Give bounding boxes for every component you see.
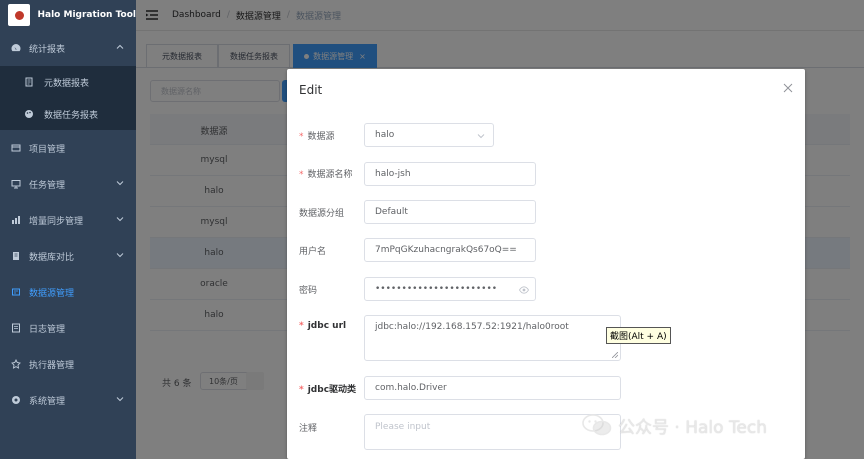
required-mark: * [299, 170, 304, 180]
input-value: halo-jsh [375, 169, 411, 179]
screenshot-tooltip: 截图(Alt + A) [606, 327, 671, 344]
jdbc-url-label: * jdbc url [299, 321, 346, 331]
datasource-select[interactable]: halo [364, 123, 494, 147]
dialog-title: Edit [299, 83, 323, 97]
sidebar-item-label: 日志管理 [29, 324, 66, 335]
input-value: Default [375, 207, 408, 217]
chevron-up-icon [116, 44, 124, 49]
sidebar-item-label: 系统管理 [29, 396, 66, 407]
tooltip-text: 截图(Alt + A) [610, 332, 667, 342]
sidebar-item-task[interactable]: 任务管理 [0, 166, 136, 202]
jdbc-driver-label: * jdbc驱动类 [299, 382, 356, 395]
wechat-icon [582, 414, 612, 436]
sidebar-item-label: 数据源管理 [29, 288, 75, 299]
username-field[interactable]: 7mPqGKzuhacngrakQs67oQ== [364, 238, 536, 262]
datasource-name-label: * 数据源名称 [299, 167, 353, 180]
sidebar-item-datasource[interactable]: 数据源管理 [0, 274, 136, 310]
datasource-label: * 数据源 [299, 129, 335, 142]
sidebar-item-statistics[interactable]: 统计报表 [0, 30, 136, 66]
report-icon [25, 77, 33, 87]
password-field[interactable]: ••••••••••••••••••••••• [364, 277, 536, 301]
required-mark: * [299, 321, 304, 331]
project-icon [11, 144, 21, 152]
input-value: com.halo.Driver [375, 383, 447, 393]
sidebar-item-incremental-sync[interactable]: 增量同步管理 [0, 202, 136, 238]
dashboard-icon [11, 44, 21, 52]
input-value: ••••••••••••••••••••••• [375, 284, 498, 294]
system-icon [12, 396, 20, 404]
datasource-group-field[interactable]: Default [364, 200, 536, 224]
sidebar: Halo Migration Tool 统计报表 元数据报表 数据任务报表 项目… [0, 0, 136, 459]
watermark-text: 公众号 · Halo Tech [618, 417, 768, 438]
watermark: 公众号 · Halo Tech [582, 411, 767, 439]
sidebar-item-label: 统计报表 [29, 44, 66, 55]
comment-label: 注释 [299, 421, 317, 434]
textarea-value: jdbc:halo://192.168.157.52:1921/halo0roo… [375, 322, 569, 332]
username-label: 用户名 [299, 244, 326, 257]
input-value: 7mPqGKzuhacngrakQs67oQ== [375, 245, 517, 255]
select-value: halo [375, 130, 395, 140]
jdbc-url-textarea[interactable]: jdbc:halo://192.168.157.52:1921/halo0roo… [364, 315, 621, 361]
datasource-icon [12, 288, 20, 296]
required-mark: * [299, 132, 304, 142]
app-title: Halo Migration Tool [37, 10, 136, 20]
sidebar-item-label: 数据库对比 [29, 252, 75, 263]
sidebar-subitem-metadata-report[interactable]: 元数据报表 [0, 66, 136, 98]
log-icon [12, 323, 20, 333]
sync-icon [12, 216, 20, 224]
resize-handle-icon[interactable] [612, 352, 618, 358]
label-text: 数据源名称 [307, 170, 353, 180]
label-text: 用户名 [299, 247, 327, 257]
chevron-down-icon [116, 181, 124, 186]
compare-icon [13, 252, 19, 260]
label-text: 数据源 [307, 132, 335, 142]
executor-icon [11, 359, 21, 369]
sidebar-item-executor[interactable]: 执行器管理 [0, 346, 136, 382]
sidebar-subitem-task-report[interactable]: 数据任务报表 [0, 98, 136, 130]
app-logo [8, 4, 31, 26]
label-text: jdbc驱动类 [307, 385, 357, 395]
label-text: 数据源分组 [299, 209, 345, 219]
label-text: jdbc url [307, 321, 347, 331]
label-text: 密码 [299, 286, 318, 296]
logo-row: Halo Migration Tool [0, 0, 136, 30]
sidebar-item-label: 项目管理 [29, 144, 66, 155]
sidebar-item-system[interactable]: 系统管理 [0, 382, 136, 418]
sidebar-item-label: 执行器管理 [29, 360, 75, 371]
eye-icon[interactable] [519, 286, 529, 294]
monitor-icon [11, 180, 21, 189]
textarea-placeholder: Please input [375, 422, 431, 432]
sidebar-item-label: 增量同步管理 [29, 216, 84, 227]
label-text: 注释 [299, 424, 318, 434]
sidebar-item-project[interactable]: 项目管理 [0, 130, 136, 166]
palette-icon [25, 110, 33, 118]
chevron-down-icon [477, 134, 485, 139]
sidebar-subitem-label: 元数据报表 [44, 78, 90, 89]
required-mark: * [299, 385, 304, 395]
datasource-group-label: 数据源分组 [299, 206, 344, 219]
edit-dialog: Edit * 数据源 halo * 数据源名称 halo-jsh 数据源分组 Def… [287, 69, 805, 459]
sidebar-item-log[interactable]: 日志管理 [0, 310, 136, 346]
sidebar-item-label: 任务管理 [29, 180, 66, 191]
chevron-down-icon [116, 217, 124, 222]
datasource-name-field[interactable]: halo-jsh [364, 162, 536, 186]
submenu-statistics: 元数据报表 数据任务报表 [0, 66, 136, 130]
chevron-down-icon [116, 397, 124, 402]
close-icon[interactable] [783, 83, 793, 93]
sidebar-subitem-label: 数据任务报表 [44, 110, 99, 121]
chevron-down-icon [116, 253, 124, 258]
sidebar-item-db-compare[interactable]: 数据库对比 [0, 238, 136, 274]
password-label: 密码 [299, 283, 317, 296]
jdbc-driver-field[interactable]: com.halo.Driver [364, 376, 621, 400]
